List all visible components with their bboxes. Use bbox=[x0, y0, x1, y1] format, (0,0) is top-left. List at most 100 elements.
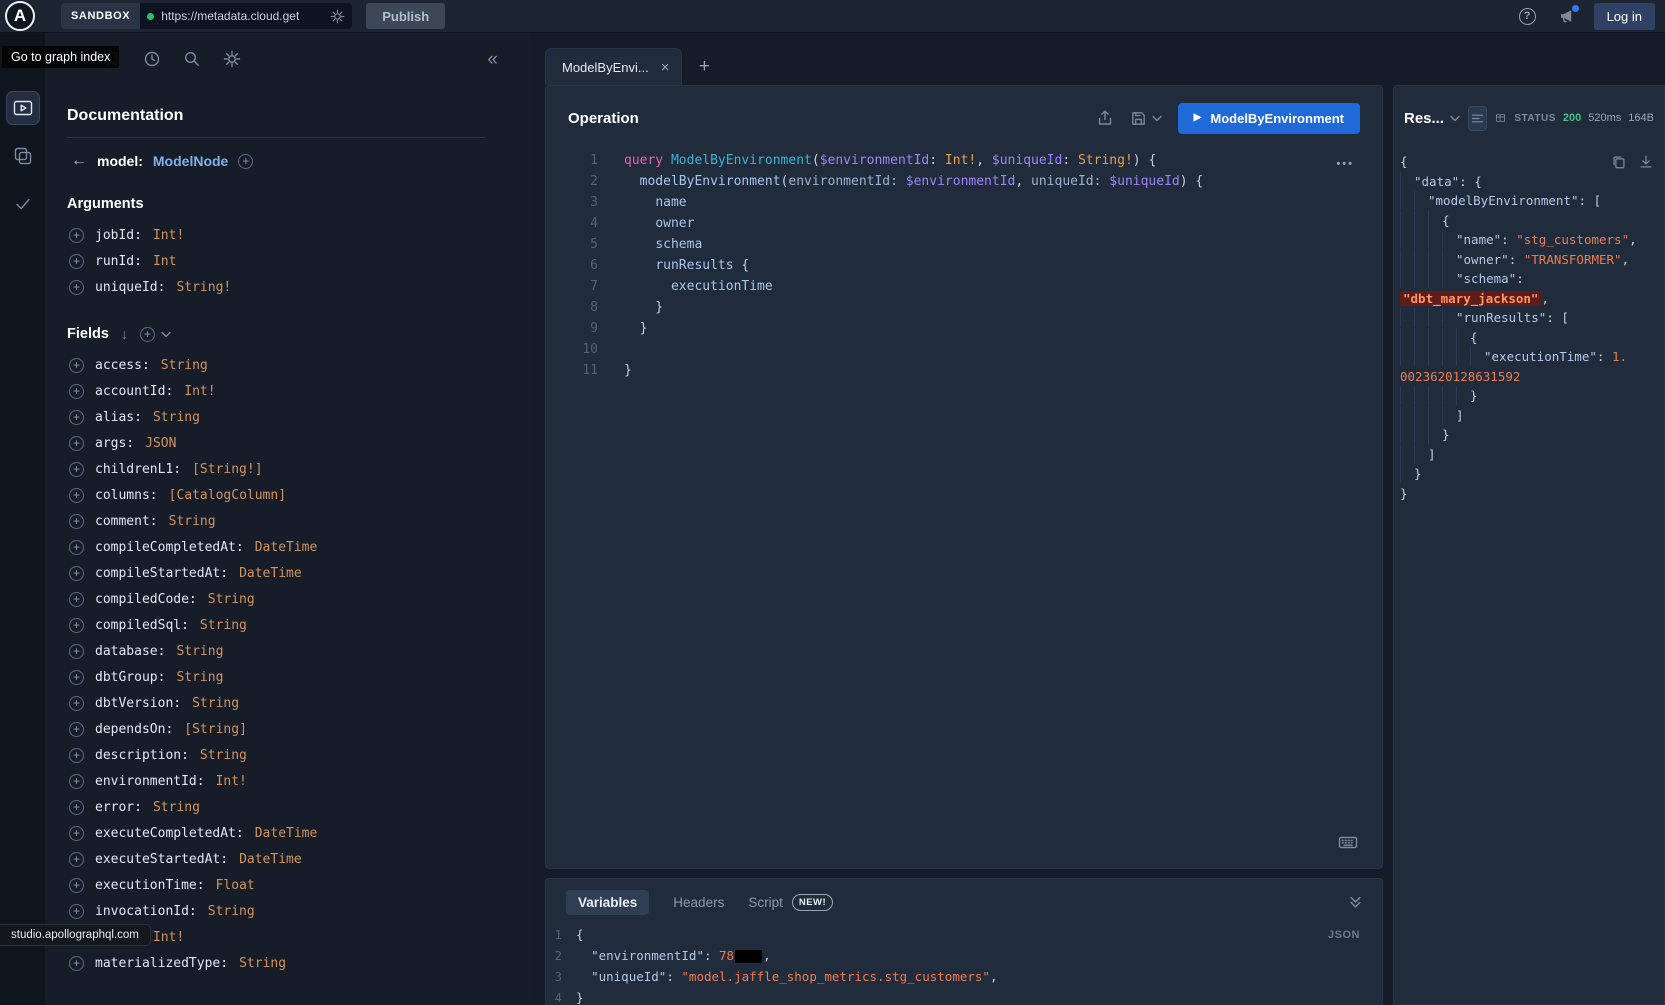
code-line[interactable]: 3 "uniqueId": "model.jaffle_shop_metrics… bbox=[546, 967, 1382, 988]
breadcrumb-type-link[interactable]: ModelNode bbox=[153, 153, 228, 169]
field-type[interactable]: String bbox=[192, 696, 239, 711]
add-to-query-icon[interactable]: + bbox=[69, 878, 84, 893]
help-icon[interactable]: ? bbox=[1519, 8, 1536, 25]
tab-script[interactable]: Script NEW! bbox=[748, 894, 833, 911]
add-to-query-icon[interactable]: + bbox=[69, 384, 84, 399]
add-to-query-icon[interactable]: + bbox=[69, 254, 84, 269]
add-to-query-icon[interactable]: + bbox=[69, 592, 84, 607]
settings-gear-icon[interactable] bbox=[223, 50, 241, 68]
field-type[interactable]: Int bbox=[153, 254, 176, 269]
schema-field-row[interactable]: +args:JSON bbox=[65, 430, 485, 456]
add-to-query-icon[interactable]: + bbox=[69, 670, 84, 685]
field-type[interactable]: String! bbox=[176, 280, 231, 295]
save-chevron-icon[interactable] bbox=[1152, 115, 1162, 122]
tab-variables[interactable]: Variables bbox=[566, 890, 649, 915]
graph-url-input[interactable]: https://metadata.cloud.get bbox=[140, 3, 352, 29]
add-to-query-icon[interactable]: + bbox=[69, 904, 84, 919]
schema-field-row[interactable]: +environmentId:Int! bbox=[65, 768, 485, 794]
schema-field-row[interactable]: +invocationId:String bbox=[65, 898, 485, 924]
checklist-nav-icon[interactable] bbox=[6, 187, 40, 221]
schema-field-row[interactable]: +jobId:Int! bbox=[65, 222, 485, 248]
add-to-query-icon[interactable]: + bbox=[69, 228, 84, 243]
field-type[interactable]: String bbox=[200, 748, 247, 763]
code-line[interactable]: 2 "environmentId": 78, bbox=[546, 946, 1382, 967]
field-type[interactable]: String bbox=[153, 800, 200, 815]
field-type[interactable]: Int! bbox=[153, 228, 184, 243]
close-tab-icon[interactable]: × bbox=[661, 60, 670, 75]
collapse-variables-icon[interactable] bbox=[1349, 896, 1362, 909]
code-line[interactable]: 1query ModelByEnvironment($environmentId… bbox=[546, 150, 1382, 171]
history-icon[interactable] bbox=[143, 50, 161, 68]
add-to-query-icon[interactable]: + bbox=[69, 956, 84, 971]
code-line[interactable]: 4} bbox=[546, 988, 1382, 1005]
schema-field-row[interactable]: +database:String bbox=[65, 638, 485, 664]
field-type[interactable]: String bbox=[239, 956, 286, 971]
schema-field-row[interactable]: +dbtGroup:String bbox=[65, 664, 485, 690]
field-type[interactable]: [String] bbox=[184, 722, 247, 737]
schema-field-row[interactable]: +executeStartedAt:DateTime bbox=[65, 846, 485, 872]
field-type[interactable]: String bbox=[208, 904, 255, 919]
field-type[interactable]: DateTime bbox=[239, 852, 302, 867]
schema-field-row[interactable]: +columns:[CatalogColumn] bbox=[65, 482, 485, 508]
field-type[interactable]: String bbox=[176, 670, 223, 685]
add-to-query-icon[interactable]: + bbox=[69, 644, 84, 659]
schema-field-row[interactable]: +childrenL1:[String!] bbox=[65, 456, 485, 482]
field-type[interactable]: [String!] bbox=[192, 462, 262, 477]
schema-field-row[interactable]: +compileStartedAt:DateTime bbox=[65, 560, 485, 586]
add-to-query-icon[interactable]: + bbox=[69, 540, 84, 555]
add-to-query-icon[interactable]: + bbox=[69, 826, 84, 841]
connection-settings-gear-icon[interactable] bbox=[330, 9, 345, 24]
publish-button[interactable]: Publish bbox=[366, 3, 445, 29]
keyboard-shortcuts-icon[interactable] bbox=[1338, 833, 1358, 852]
pretty-view-toggle[interactable] bbox=[1468, 106, 1487, 131]
login-button[interactable]: Log in bbox=[1594, 3, 1655, 30]
operation-code[interactable]: 1query ModelByEnvironment($environmentId… bbox=[546, 150, 1382, 381]
code-line[interactable]: 4 owner bbox=[546, 213, 1382, 234]
code-line[interactable]: 9 } bbox=[546, 318, 1382, 339]
schema-field-row[interactable]: +comment:String bbox=[65, 508, 485, 534]
add-to-query-icon[interactable]: + bbox=[69, 696, 84, 711]
tab-modelbyenvironment[interactable]: ModelByEnvi... × bbox=[545, 48, 682, 85]
code-line[interactable]: 5 schema bbox=[546, 234, 1382, 255]
add-to-query-icon[interactable]: + bbox=[69, 358, 84, 373]
back-arrow-icon[interactable]: ← bbox=[71, 152, 87, 170]
sort-fields-icon[interactable]: ↓ bbox=[121, 326, 128, 342]
schema-field-row[interactable]: +access:String bbox=[65, 352, 485, 378]
schema-field-row[interactable]: +alias:String bbox=[65, 404, 485, 430]
code-line[interactable]: 3 name bbox=[546, 192, 1382, 213]
code-line[interactable]: 2 modelByEnvironment(environmentId: $env… bbox=[546, 171, 1382, 192]
add-to-query-icon[interactable]: + bbox=[69, 800, 84, 815]
field-type[interactable]: DateTime bbox=[255, 540, 318, 555]
field-type[interactable]: String bbox=[208, 592, 255, 607]
add-to-query-icon[interactable]: + bbox=[69, 280, 84, 295]
tab-headers[interactable]: Headers bbox=[673, 895, 724, 910]
field-type[interactable]: String bbox=[169, 514, 216, 529]
field-type[interactable]: String bbox=[200, 618, 247, 633]
schema-field-row[interactable]: +compiledSql:String bbox=[65, 612, 485, 638]
collapse-panel-icon[interactable]: « bbox=[487, 50, 498, 69]
code-line[interactable]: 6 runResults { bbox=[546, 255, 1382, 276]
announcements-icon[interactable] bbox=[1558, 7, 1576, 25]
operation-options-icon[interactable]: ••• bbox=[1336, 158, 1354, 170]
collections-nav-icon[interactable] bbox=[6, 139, 40, 173]
field-type[interactable]: DateTime bbox=[239, 566, 302, 581]
schema-field-row[interactable]: +uniqueId:String! bbox=[65, 274, 485, 300]
add-to-query-icon[interactable]: + bbox=[69, 748, 84, 763]
add-type-icon[interactable]: + bbox=[238, 154, 253, 169]
schema-field-row[interactable]: +dbtVersion:String bbox=[65, 690, 485, 716]
explorer-nav-icon[interactable] bbox=[6, 91, 40, 125]
field-type[interactable]: Int! bbox=[153, 930, 184, 945]
add-to-query-icon[interactable]: + bbox=[69, 488, 84, 503]
schema-field-row[interactable]: +executeCompletedAt:DateTime bbox=[65, 820, 485, 846]
add-to-query-icon[interactable]: + bbox=[69, 618, 84, 633]
code-line[interactable]: 1{ bbox=[546, 925, 1382, 946]
code-line[interactable]: 8 } bbox=[546, 297, 1382, 318]
new-tab-button[interactable]: + bbox=[688, 48, 720, 85]
code-line[interactable]: 10 bbox=[546, 339, 1382, 360]
add-to-query-icon[interactable]: + bbox=[69, 566, 84, 581]
response-title-control[interactable]: Res... bbox=[1404, 110, 1460, 127]
add-fields-chevron-icon[interactable] bbox=[161, 331, 171, 338]
schema-field-row[interactable]: +materializedType:String bbox=[65, 950, 485, 976]
run-operation-button[interactable]: ▶ ModelByEnvironment bbox=[1178, 103, 1360, 134]
search-icon[interactable] bbox=[183, 50, 201, 68]
